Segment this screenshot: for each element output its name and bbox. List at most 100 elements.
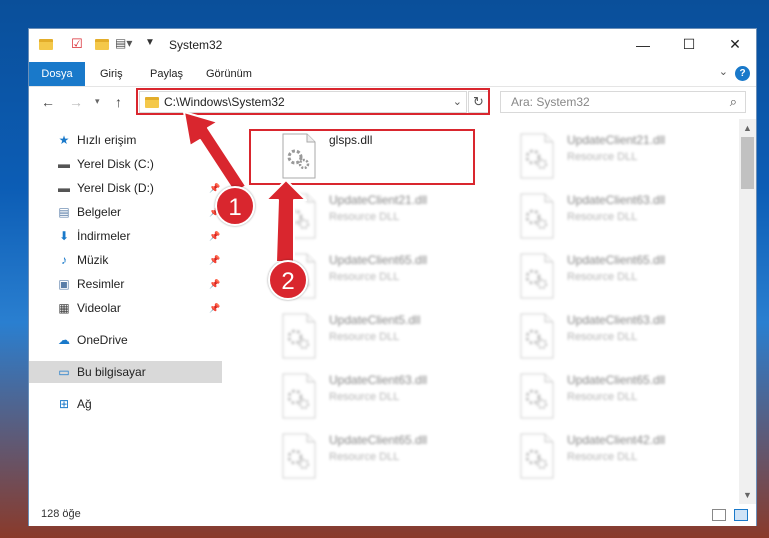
vertical-scrollbar[interactable]: ▲ ▼ <box>739 119 756 504</box>
dll-file-icon <box>517 253 557 299</box>
video-icon: ▦ <box>58 301 70 315</box>
ribbon-tabs: Dosya Giriş Paylaş Görünüm ⌄ ? <box>29 62 756 87</box>
file-type: Resource DLL <box>329 331 400 343</box>
folder-icon <box>39 39 53 50</box>
sidebar-item[interactable]: ⊞ Ağ <box>29 393 222 415</box>
chevron-down-icon[interactable]: ⌄ <box>719 65 728 78</box>
file-item[interactable]: UpdateClient63.dll Resource DLL <box>279 369 509 425</box>
recent-locations-icon[interactable]: ▾ <box>95 96 100 107</box>
tab-home[interactable]: Giriş <box>89 62 134 86</box>
sidebar-item-label: Hızlı erişim <box>77 133 137 147</box>
file-type: Resource DLL <box>567 151 638 163</box>
minimize-button[interactable]: — <box>620 29 666 60</box>
file-item[interactable]: UpdateClient21.dll Resource DLL <box>517 129 739 185</box>
file-name: UpdateClient5.dll <box>329 313 421 327</box>
properties-icon[interactable]: ☑ <box>71 36 83 54</box>
title-bar: ☑ ▤▾ ▼ System32 — ☐ ✕ <box>29 29 756 62</box>
new-folder-icon[interactable] <box>95 39 109 50</box>
cloud-icon: ☁ <box>58 333 70 347</box>
dll-file-icon <box>279 373 319 419</box>
file-name: UpdateClient63.dll <box>329 373 428 387</box>
file-name: UpdateClient42.dll <box>567 433 666 447</box>
sidebar-item-label: İndirmeler <box>77 229 131 243</box>
search-box[interactable]: Ara: System32 ⌕ <box>500 91 746 113</box>
sidebar-item[interactable]: ★ Hızlı erişim <box>29 129 222 151</box>
forward-arrow-icon[interactable]: → <box>69 94 83 110</box>
sidebar-item-label: Videolar <box>77 301 121 315</box>
computer-icon: ▭ <box>58 365 70 379</box>
scroll-down-icon[interactable]: ▼ <box>743 490 752 500</box>
sidebar-item[interactable]: ▣ Resimler 📌 <box>29 273 222 295</box>
up-arrow-icon[interactable]: ↑ <box>115 94 122 110</box>
back-arrow-icon[interactable]: ← <box>41 94 55 110</box>
file-item[interactable]: UpdateClient65.dll Resource DLL <box>279 249 509 305</box>
file-name: UpdateClient65.dll <box>567 373 666 387</box>
dll-file-icon <box>517 193 557 239</box>
sidebar-item-label: Yerel Disk (D:) <box>77 181 154 195</box>
music-icon: ♪ <box>61 253 67 267</box>
sidebar-item[interactable]: ☁ OneDrive <box>29 329 222 351</box>
sidebar-item-label: OneDrive <box>77 333 128 347</box>
scrollbar-thumb[interactable] <box>741 137 754 189</box>
pin-icon: 📌 <box>209 255 221 265</box>
sidebar-item[interactable]: ▬ Yerel Disk (D:) 📌 <box>29 177 222 199</box>
file-item[interactable]: UpdateClient65.dll Resource DLL <box>517 249 739 305</box>
star-icon: ★ <box>58 133 70 147</box>
file-type: Resource DLL <box>329 391 400 403</box>
file-name: UpdateClient21.dll <box>329 193 428 207</box>
file-item[interactable]: UpdateClient63.dll Resource DLL <box>517 189 739 245</box>
dll-file-icon <box>517 133 557 179</box>
tab-file[interactable]: Dosya <box>29 62 85 86</box>
maximize-button[interactable]: ☐ <box>666 29 712 60</box>
documents-icon: ▤ <box>58 205 70 219</box>
file-type: Resource DLL <box>329 451 400 463</box>
file-type: Resource DLL <box>567 391 638 403</box>
file-item[interactable]: UpdateClient42.dll Resource DLL <box>517 429 739 485</box>
tab-view[interactable]: Görünüm <box>195 62 263 86</box>
explorer-window: ☑ ▤▾ ▼ System32 — ☐ ✕ Dosya Giriş Paylaş… <box>28 28 757 526</box>
details-view-icon[interactable] <box>712 509 726 521</box>
sidebar-item[interactable]: ▦ Videolar 📌 <box>29 297 222 319</box>
file-item[interactable]: UpdateClient65.dll Resource DLL <box>279 429 509 485</box>
tiles-view-icon[interactable] <box>734 509 748 521</box>
download-icon: ⬇ <box>58 229 70 243</box>
search-placeholder: Ara: System32 <box>511 95 590 109</box>
sidebar-item[interactable]: ▬ Yerel Disk (C:) <box>29 153 222 175</box>
step-badge-1: 1 <box>215 186 255 226</box>
search-icon: ⌕ <box>729 94 737 109</box>
drive-icon: ▬ <box>58 157 70 171</box>
file-item[interactable]: UpdateClient63.dll Resource DLL <box>517 309 739 365</box>
sidebar-item[interactable]: ▭ Bu bilgisayar <box>29 361 222 383</box>
sidebar-item-label: Bu bilgisayar <box>77 365 146 379</box>
close-button[interactable]: ✕ <box>712 29 758 60</box>
sidebar-item[interactable]: ⬇ İndirmeler 📌 <box>29 225 222 247</box>
sidebar-item[interactable]: ▤ Belgeler 📌 <box>29 201 222 223</box>
file-name: UpdateClient65.dll <box>567 253 666 267</box>
sidebar-item-label: Resimler <box>77 277 125 291</box>
help-icon[interactable]: ? <box>735 66 750 81</box>
sidebar-item-label: Yerel Disk (C:) <box>77 157 154 171</box>
file-item[interactable]: UpdateClient21.dll Resource DLL <box>279 189 509 245</box>
sidebar-item[interactable]: ♪ Müzik 📌 <box>29 249 222 271</box>
sidebar-item-label: Ağ <box>77 397 92 411</box>
item-count: 128 öğe <box>41 508 81 520</box>
sidebar-item-label: Belgeler <box>77 205 122 219</box>
file-item[interactable]: UpdateClient65.dll Resource DLL <box>517 369 739 425</box>
dll-file-icon <box>517 373 557 419</box>
qa-dropdown-icon[interactable]: ▼ <box>145 37 155 55</box>
dll-file-icon <box>517 433 557 479</box>
customize-toolbar-icon[interactable]: ▤▾ <box>115 36 132 54</box>
pin-icon: 📌 <box>209 303 221 313</box>
file-type: Resource DLL <box>567 331 638 343</box>
highlight-box-address <box>136 88 490 115</box>
file-name: UpdateClient63.dll <box>567 313 666 327</box>
dll-file-icon <box>279 193 319 239</box>
file-name: UpdateClient65.dll <box>329 253 428 267</box>
file-type: Resource DLL <box>329 271 400 283</box>
file-name: UpdateClient65.dll <box>329 433 428 447</box>
navigation-pane: ★ Hızlı erişim ▬ Yerel Disk (C:) ▬ Yerel Disk… <box>29 119 222 504</box>
tab-share[interactable]: Paylaş <box>139 62 194 86</box>
file-item[interactable]: UpdateClient5.dll Resource DLL <box>279 309 509 365</box>
pin-icon: 📌 <box>209 231 221 241</box>
scroll-up-icon[interactable]: ▲ <box>743 123 752 133</box>
